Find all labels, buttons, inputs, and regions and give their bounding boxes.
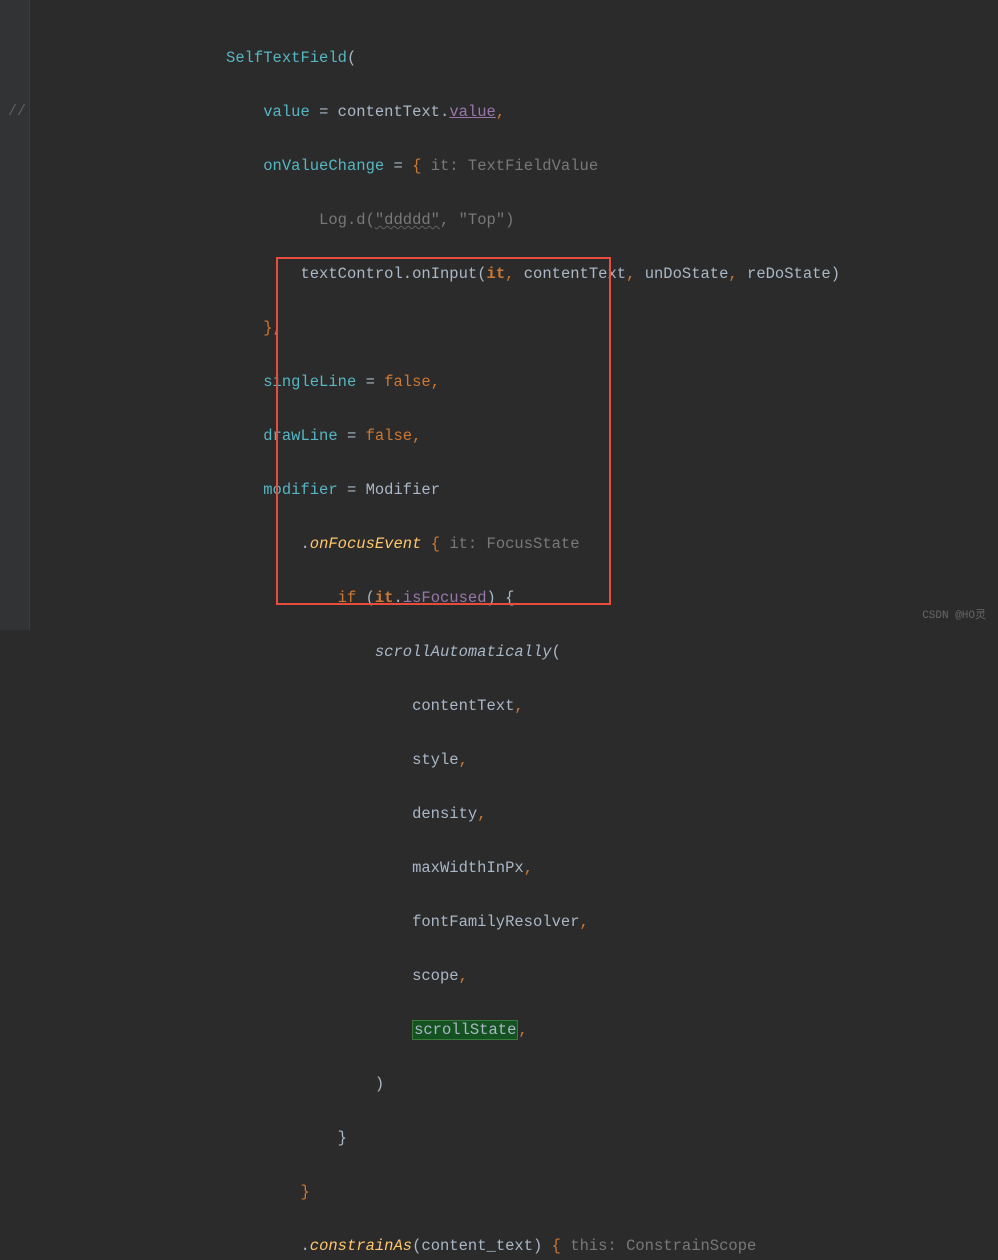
parameter-name: onValueChange [263, 157, 384, 175]
argument: contentText [412, 697, 514, 715]
parameter-name: singleLine [263, 373, 356, 391]
code-line[interactable]: style, [30, 747, 998, 774]
code-line[interactable]: } [30, 1125, 998, 1152]
identifier: contentText [338, 103, 440, 121]
code-line[interactable]: }, [30, 315, 998, 342]
argument: unDoState [645, 265, 729, 283]
gutter: // [0, 0, 30, 630]
code-line[interactable]: singleLine = false, [30, 369, 998, 396]
function-call: scrollAutomatically [375, 643, 552, 661]
boolean-literal: false [384, 373, 431, 391]
argument: contentText [524, 265, 626, 283]
string-literal: "ddddd" [375, 211, 440, 229]
code-line[interactable]: } [30, 1179, 998, 1206]
argument: density [412, 805, 477, 823]
argument: scope [412, 967, 459, 985]
code-line[interactable]: scrollAutomatically( [30, 639, 998, 666]
code-line[interactable]: textControl.onInput(it, contentText, unD… [30, 261, 998, 288]
inlay-hint: it: FocusState [440, 535, 589, 553]
string-literal: "Top" [459, 211, 506, 229]
argument: it [487, 265, 506, 283]
code-line[interactable]: density, [30, 801, 998, 828]
argument: reDoState [747, 265, 831, 283]
code-line[interactable]: modifier = Modifier [30, 477, 998, 504]
property-ref: isFocused [403, 589, 487, 607]
code-line[interactable]: value = contentText.value, [30, 99, 998, 126]
code-line[interactable]: if (it.isFocused) { [30, 585, 998, 612]
parameter-name: drawLine [263, 427, 337, 445]
parameter-name: modifier [263, 481, 337, 499]
property-ref: value [449, 103, 496, 121]
identifier: Modifier [366, 481, 440, 499]
code-line[interactable]: onValueChange = { it: TextFieldValue [30, 153, 998, 180]
code-line[interactable]: drawLine = false, [30, 423, 998, 450]
method-call: Log.d [319, 211, 366, 229]
argument: maxWidthInPx [412, 859, 524, 877]
argument: style [412, 751, 459, 769]
inlay-hint: it: TextFieldValue [421, 157, 607, 175]
selected-argument: scrollState [412, 1020, 518, 1040]
code-line[interactable]: maxWidthInPx, [30, 855, 998, 882]
gutter-comment-marker: // [8, 103, 26, 120]
code-editor[interactable]: SelfTextField( value = contentText.value… [30, 0, 998, 630]
code-line[interactable]: Log.d("ddddd", "Top") [30, 207, 998, 234]
argument: fontFamilyResolver [412, 913, 579, 931]
watermark: CSDN @HO灵 [922, 606, 986, 622]
identifier: it [375, 589, 394, 607]
method-call: onFocusEvent [310, 535, 422, 553]
code-line[interactable]: .constrainAs(content_text) { this: Const… [30, 1233, 998, 1260]
inlay-hint: this: ConstrainScope [561, 1237, 766, 1255]
code-line[interactable]: scope, [30, 963, 998, 990]
method-call: constrainAs [310, 1237, 412, 1255]
code-line[interactable]: scrollState, [30, 1017, 998, 1044]
argument: content_text [421, 1237, 533, 1255]
keyword: if [338, 589, 357, 607]
parameter-name: value [263, 103, 310, 121]
code-line[interactable]: fontFamilyResolver, [30, 909, 998, 936]
identifier: textControl [300, 265, 402, 283]
code-line[interactable]: ) [30, 1071, 998, 1098]
code-line[interactable]: SelfTextField( [30, 45, 998, 72]
boolean-literal: false [366, 427, 413, 445]
code-line[interactable]: contentText, [30, 693, 998, 720]
function-call: SelfTextField [226, 49, 347, 67]
method-call: onInput [412, 265, 477, 283]
code-line[interactable]: .onFocusEvent { it: FocusState [30, 531, 998, 558]
